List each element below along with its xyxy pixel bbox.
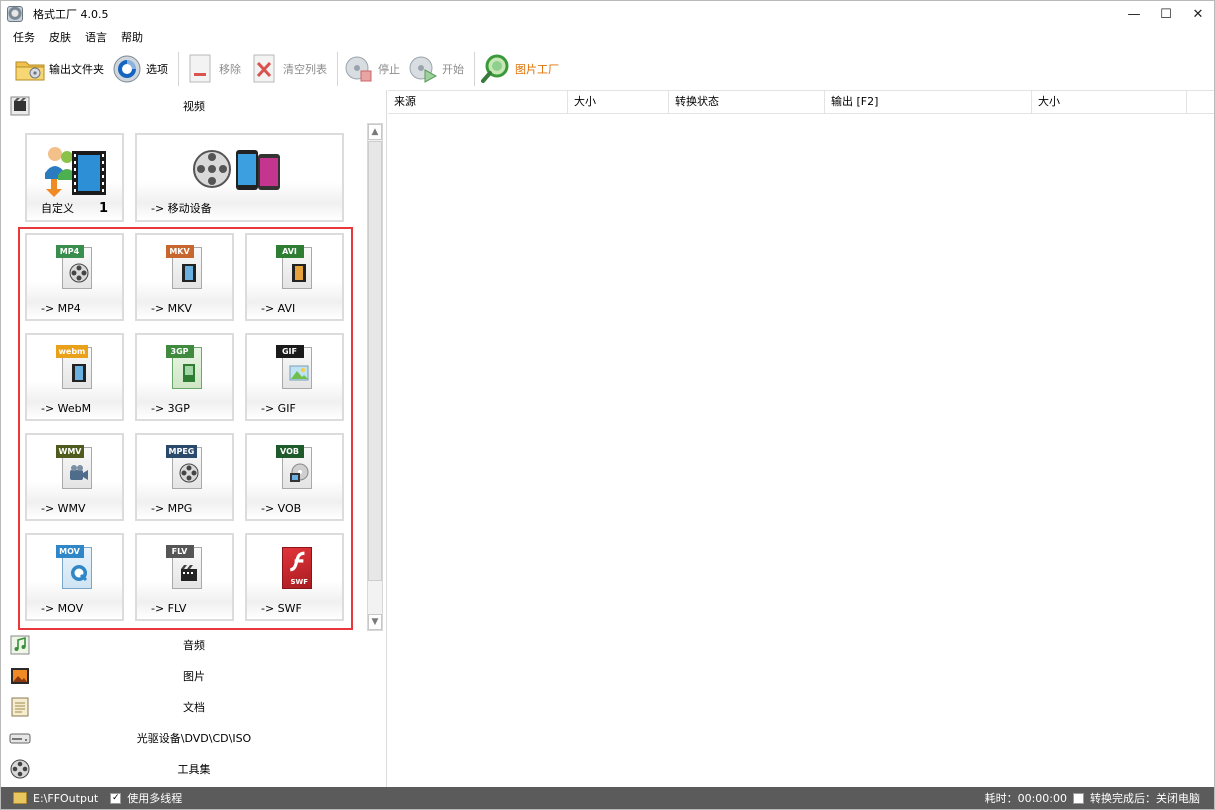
category-picture[interactable]: 图片 — [2, 660, 386, 691]
music-note-icon — [9, 634, 31, 656]
elapsed-time: 耗时：00:00:00 — [984, 792, 1067, 805]
category-tools[interactable]: 工具集 — [2, 753, 386, 784]
output-folder-button[interactable]: 输出文件夹 — [15, 51, 104, 87]
scroll-down-arrow[interactable]: ▼ — [368, 614, 382, 630]
column-status[interactable]: 转换状态 — [669, 91, 825, 113]
title-bar: 格式工厂 4.0.5 — ☐ ✕ — [1, 1, 1214, 27]
scroll-up-arrow[interactable]: ▲ — [368, 124, 382, 140]
after-done-label: 转换完成后：关闭电脑 — [1090, 792, 1200, 805]
picture-factory-button[interactable]: 图片工厂 — [481, 51, 559, 87]
category-document-label: 文档 — [183, 700, 205, 714]
menu-skin[interactable]: 皮肤 — [49, 29, 71, 45]
maximize-button[interactable]: ☐ — [1150, 1, 1182, 27]
output-folder-icon[interactable] — [13, 792, 27, 804]
menu-bar: 任务 皮肤 语言 帮助 — [1, 27, 157, 47]
column-source[interactable]: 来源 — [388, 91, 568, 113]
document-icon — [9, 696, 31, 718]
clear-list-button[interactable]: 清空列表 — [249, 51, 327, 87]
menu-task[interactable]: 任务 — [13, 29, 35, 45]
menu-language[interactable]: 语言 — [85, 29, 107, 45]
column-output-size[interactable]: 大小 — [1032, 91, 1187, 113]
app-logo-icon — [7, 6, 23, 22]
category-document[interactable]: 文档 — [2, 691, 386, 722]
task-list-panel: 来源 大小 转换状态 输出 [F2] 大小 — [388, 90, 1214, 787]
custom-count: 1 — [98, 201, 108, 216]
stop-icon — [344, 54, 374, 84]
magnifier-icon — [481, 54, 511, 84]
after-done-checkbox[interactable] — [1073, 792, 1084, 804]
custom-tile-label: 自定义 — [41, 202, 74, 215]
start-icon — [408, 54, 438, 84]
mobile-device-tile[interactable]: -> 移动设备 — [135, 133, 344, 222]
column-filler — [1187, 91, 1214, 113]
mobile-device-label: -> 移动设备 — [151, 202, 212, 215]
remove-label: 移除 — [219, 63, 241, 76]
film-clapper-icon — [9, 95, 31, 117]
status-right: 耗时：00:00:00 转换完成后：关闭电脑 — [985, 790, 1200, 806]
toolbar: 输出文件夹 选项 移除 清空列表 停止 开始 图片工厂 — [1, 48, 1214, 90]
category-audio[interactable]: 音频 — [2, 629, 386, 660]
app-window: 格式工厂 4.0.5 — ☐ ✕ 任务 皮肤 语言 帮助 输出文件夹 选项 移除… — [0, 0, 1215, 810]
category-video[interactable]: 视频 — [2, 90, 386, 121]
category-video-label: 视频 — [183, 99, 205, 113]
status-bar: E:\FFOutput ✓ 使用多线程 耗时：00:00:00 转换完成后：关闭… — [1, 787, 1214, 809]
stop-button[interactable]: 停止 — [344, 51, 400, 87]
category-picture-label: 图片 — [183, 669, 205, 683]
clear-list-icon — [249, 54, 279, 84]
category-tools-label: 工具集 — [177, 762, 211, 776]
toolbar-divider — [178, 52, 179, 86]
output-folder-label: 输出文件夹 — [49, 63, 104, 76]
format-highlight-frame — [18, 227, 353, 630]
start-label: 开始 — [442, 63, 464, 76]
category-panel: 视频 自定义 1 -> 移动设备 MP4 -> MP4 MKV -> MKV A… — [2, 90, 387, 787]
scroll-thumb[interactable] — [368, 141, 382, 581]
multithread-label: 使用多线程 — [127, 792, 183, 805]
optical-drive-icon — [9, 727, 31, 749]
column-output[interactable]: 输出 [F2] — [825, 91, 1032, 113]
custom-tile[interactable]: 自定义 1 — [25, 133, 124, 222]
minimize-button[interactable]: — — [1118, 1, 1150, 27]
close-button[interactable]: ✕ — [1182, 1, 1214, 27]
toolbox-reel-icon — [9, 758, 31, 780]
toolbar-divider — [337, 52, 338, 86]
film-reel-phones-icon — [137, 145, 342, 195]
category-scrollbar[interactable]: ▲ ▼ — [367, 123, 383, 631]
custom-user-film-icon — [27, 145, 122, 197]
picture-icon — [9, 665, 31, 687]
multithread-checkbox[interactable]: ✓ — [110, 792, 122, 804]
remove-button[interactable]: 移除 — [185, 51, 241, 87]
folder-icon — [15, 54, 45, 84]
remove-icon — [185, 54, 215, 84]
options-label: 选项 — [146, 63, 168, 76]
menu-help[interactable]: 帮助 — [121, 29, 143, 45]
stop-label: 停止 — [378, 63, 400, 76]
clear-list-label: 清空列表 — [283, 63, 327, 76]
output-path[interactable]: E:\FFOutput — [33, 792, 98, 805]
category-optical-drive[interactable]: 光驱设备\DVD\CD\ISO — [2, 722, 386, 753]
toolbar-divider — [474, 52, 475, 86]
start-button[interactable]: 开始 — [408, 51, 464, 87]
window-controls: — ☐ ✕ — [1118, 1, 1214, 27]
category-audio-label: 音频 — [183, 638, 205, 652]
task-table-header: 来源 大小 转换状态 输出 [F2] 大小 — [388, 90, 1214, 114]
column-size[interactable]: 大小 — [568, 91, 669, 113]
window-title: 格式工厂 4.0.5 — [33, 8, 109, 21]
options-button[interactable]: 选项 — [112, 51, 168, 87]
picture-factory-label: 图片工厂 — [515, 63, 559, 76]
options-gear-icon — [112, 54, 142, 84]
category-optical-label: 光驱设备\DVD\CD\ISO — [136, 731, 252, 745]
